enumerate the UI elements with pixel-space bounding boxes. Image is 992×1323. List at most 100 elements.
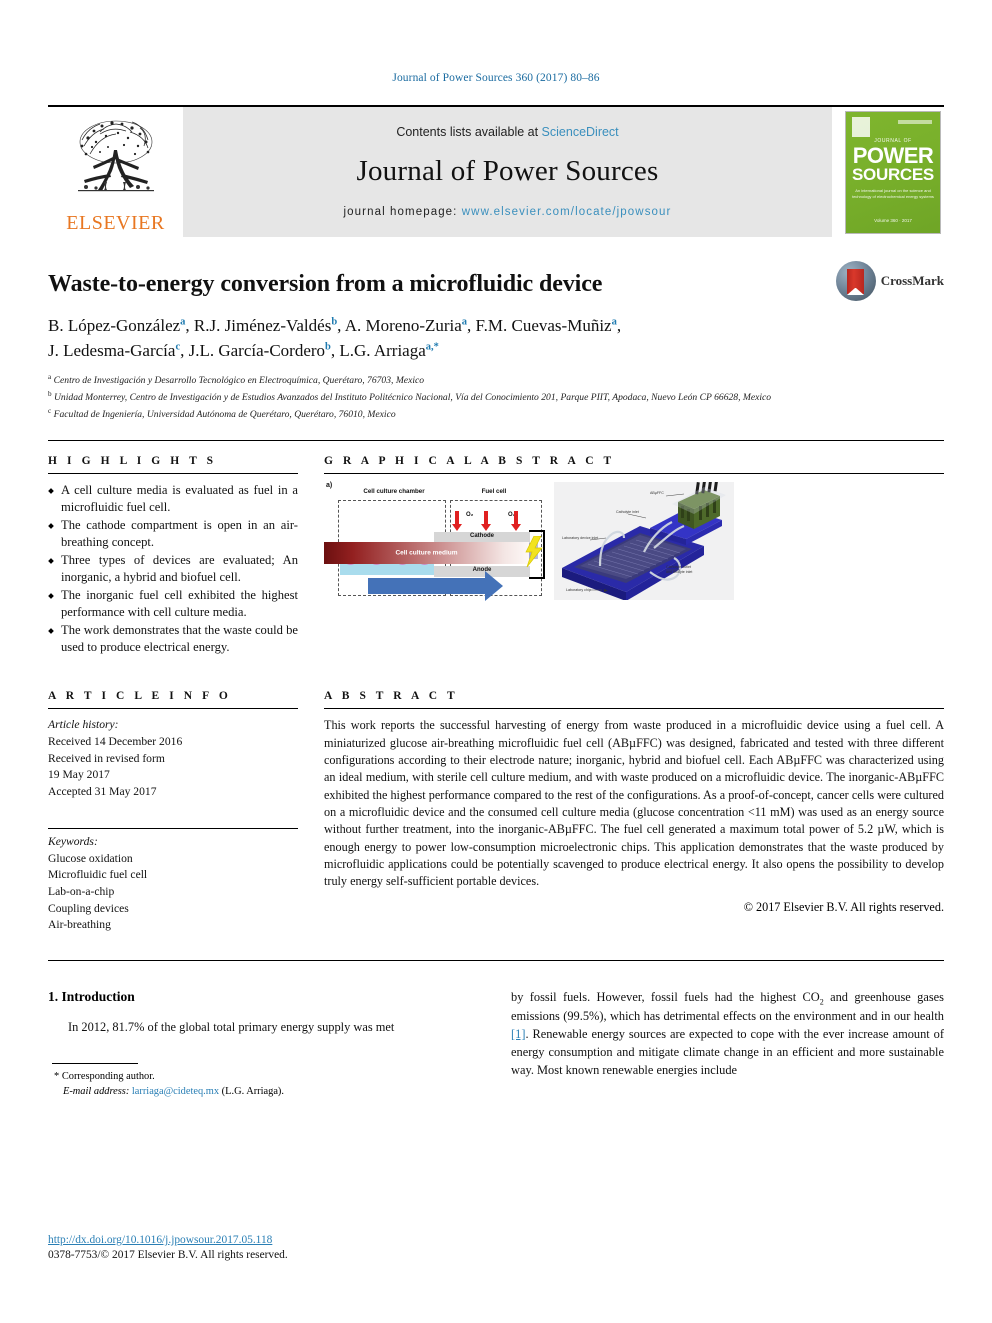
svg-text:and Anolyte inlet: and Anolyte inlet (666, 570, 692, 574)
author-item[interactable]: F.M. Cuevas-Muñiza (476, 316, 617, 335)
affiliation-text: Unidad Monterrey, Centro de Investigació… (54, 392, 772, 404)
page-title: Waste-to-energy conversion from a microf… (48, 271, 603, 297)
author-item[interactable]: J.L. García-Corderob (189, 341, 331, 360)
footnote-star: * (54, 1070, 60, 1082)
running-head: Journal of Power Sources 360 (2017) 80–8… (392, 72, 600, 84)
footnote-corresponding-text: Corresponding author. (61, 1070, 155, 1082)
issn-copyright-line: 0378-7753/© 2017 Elsevier B.V. All right… (48, 1249, 288, 1261)
abstract-column: A B S T R A C T This work reports the su… (324, 690, 944, 933)
cover-footer: Volume 360 · 2017 (874, 218, 912, 224)
elsevier-tree-icon (77, 120, 154, 192)
article-info-column: A R T I C L E I N F O Article history: R… (48, 690, 298, 933)
author-name: F.M. Cuevas-Muñiz (475, 316, 612, 335)
keyword-item: Microfluidic fuel cell (48, 868, 148, 882)
keywords-block: Keywords: Glucose oxidation Microfluidic… (48, 834, 298, 933)
intro-right-column: by fossil fuels. However, fossil fuels h… (511, 989, 944, 1100)
keywords-rule (48, 828, 298, 830)
author-name: L.G. Arriaga (339, 340, 426, 360)
keyword-item: Air-breathing (48, 918, 111, 932)
fuel-cell-caption: Fuel cell (481, 488, 507, 496)
svg-text:Catholyte inlet: Catholyte inlet (616, 510, 639, 514)
email-link[interactable]: larriaga@cideteq.mx (132, 1086, 219, 1097)
cover-elsevier-mark (852, 116, 870, 137)
microfluidic-device-render: ABµFFC Catholyte inlet Laboratory device… (554, 482, 734, 601)
list-item: Three types of devices are evaluated; An… (48, 552, 298, 586)
affiliation-item: a Centro de Investigación y Desarrollo T… (48, 372, 944, 389)
author-item[interactable]: J. Ledesma-Garcíac (48, 341, 180, 360)
author-sep: , (467, 316, 476, 335)
homepage-line: journal homepage: www.elsevier.com/locat… (344, 206, 672, 218)
author-item[interactable]: L.G. Arriagaa,* (339, 341, 439, 360)
list-item: The work demonstrates that the waste cou… (48, 622, 298, 656)
cell-culture-chamber-caption: Cell culture chamber (363, 488, 425, 496)
affiliation-mark: c (48, 406, 52, 415)
cell-culture-medium-band: Cell culture medium (324, 542, 529, 565)
article-history: Article history: Received 14 December 20… (48, 717, 298, 800)
doi-link[interactable]: http://dx.doi.org/10.1016/j.jpowsour.201… (48, 1234, 272, 1246)
keyword-item: Lab-on-a-chip (48, 885, 115, 899)
article-history-label: Article history: (48, 718, 119, 732)
abstract-text: This work reports the successful harvest… (324, 718, 944, 889)
medium-label: Cell culture medium (395, 549, 458, 557)
contents-line: Contents lists available at ScienceDirec… (396, 125, 618, 139)
citation-ref-1[interactable]: [1] (511, 1027, 525, 1041)
o2-arrow-2 (481, 511, 491, 532)
footnote-rule (52, 1062, 138, 1064)
revised-label: Received in revised form (48, 751, 165, 765)
journal-homepage-link[interactable]: www.elsevier.com/locate/jpowsour (462, 206, 672, 218)
author-sep: , (180, 340, 189, 360)
article-info-heading: A R T I C L E I N F O (48, 690, 232, 703)
intro-left-column: 1. Introduction In 2012, 81.7% of the gl… (48, 989, 481, 1100)
email-owner: (L.G. Arriaga). (221, 1086, 284, 1098)
intro-right-part1: by fossil fuels. However, fossil fuels h… (511, 989, 820, 1004)
author-name: B. López-González (48, 316, 181, 335)
o2-label-left: O₂ (466, 512, 474, 519)
list-item: The cathode compartment is open in an ai… (48, 517, 298, 551)
masthead: ELSEVIER Contents lists available at Sci… (48, 105, 944, 237)
author-name: R.J. Jiménez-Valdés (193, 316, 332, 335)
author-name: J. Ledesma-García (48, 340, 176, 360)
author-item[interactable]: A. Moreno-Zuriaa (345, 316, 467, 335)
journal-name: Journal of Power Sources (356, 154, 659, 187)
crossmark-badge[interactable]: CrossMark (835, 261, 944, 301)
affiliation-item: b Unidad Monterrey, Centro de Investigac… (48, 389, 944, 406)
intro-right-paragraph: by fossil fuels. However, fossil fuels h… (511, 989, 944, 1080)
cover-title-line1: POWER (852, 142, 934, 168)
cover-top-line (898, 119, 932, 124)
author-affil-mark[interactable]: a,* (426, 341, 439, 352)
flow-direction-arrow (368, 571, 503, 602)
received-date: Received 14 December 2016 (48, 735, 183, 749)
author-sep: , (185, 316, 194, 335)
footnote-email-line: E-mail address: larriaga@cideteq.mx (L.G… (54, 1084, 481, 1100)
introduction-section: 1. Introduction In 2012, 81.7% of the gl… (48, 961, 944, 1100)
revised-date: 19 May 2017 (48, 768, 110, 782)
author-name: A. Moreno-Zuria (344, 316, 462, 335)
cover-title: POWER SOURCES (846, 142, 940, 184)
svg-text:Laboratory device inlet: Laboratory device inlet (562, 536, 598, 540)
svg-text:Laboratory chip: Laboratory chip (566, 588, 591, 592)
cathode-label: Cathode (470, 533, 494, 540)
crossmark-label: CrossMark (880, 273, 944, 288)
highlights-column: H I G H L I G H T S A cell culture media… (48, 455, 298, 672)
email-label: E-mail address: (63, 1086, 130, 1098)
graphical-abstract-panel-a: a) Cell culture chamber Fuel cell O₂ O₂ … (324, 482, 546, 602)
accepted-date: Accepted 31 May 2017 (48, 784, 157, 798)
abstract-heading: A B S T R A C T (324, 690, 459, 703)
graphical-abstract-column: G R A P H I C A L A B S T R A C T a) Cel… (324, 455, 944, 672)
footnote-corresponding: * Corresponding author. (54, 1069, 481, 1085)
articleinfo-abstract-row: A R T I C L E I N F O Article history: R… (48, 672, 944, 933)
keyword-item: Coupling devices (48, 901, 129, 915)
sciencedirect-link[interactable]: ScienceDirect (542, 125, 619, 139)
cover-title-line2: SOURCES (852, 164, 934, 184)
list-item: The inorganic fuel cell exhibited the hi… (48, 587, 298, 621)
keywords-label: Keywords: (48, 835, 98, 849)
elsevier-wordmark: ELSEVIER (66, 212, 165, 234)
highlights-heading: H I G H L I G H T S (48, 455, 217, 468)
author-item[interactable]: B. López-Gonzáleza (48, 316, 185, 335)
graphical-abstract-figure: a) Cell culture chamber Fuel cell O₂ O₂ … (324, 482, 944, 672)
o2-arrow-3 (511, 511, 521, 532)
homepage-prefix: journal homepage: (343, 205, 462, 218)
list-item: A cell culture media is evaluated as fue… (48, 482, 298, 516)
author-item[interactable]: R.J. Jiménez-Valdésb (194, 316, 337, 335)
affiliation-text: Centro de Investigación y Desarrollo Tec… (53, 375, 425, 387)
